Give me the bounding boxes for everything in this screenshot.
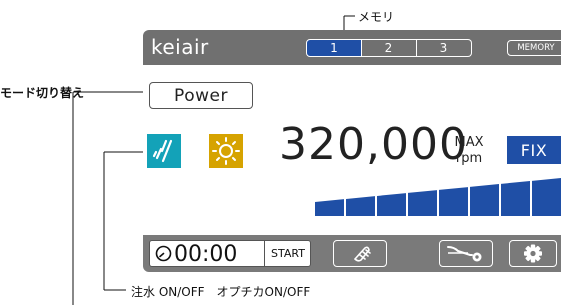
timer-divider: [264, 241, 265, 266]
speed-bar-segment: [470, 184, 499, 216]
light-bulb-icon: [212, 137, 240, 165]
speed-bar-segment: [501, 181, 530, 216]
light-toggle-button[interactable]: [209, 134, 243, 168]
water-toggle-button[interactable]: [147, 134, 181, 168]
gear-icon: [524, 244, 542, 263]
speed-bar-segment: [439, 187, 468, 216]
fix-button[interactable]: FIX: [507, 136, 561, 164]
memory-slot-2[interactable]: 2: [361, 39, 417, 57]
panel-header: keiair 1 2 3 MEMORY: [143, 30, 561, 65]
panel-footer: 00:00 START: [143, 235, 561, 272]
water-spray-icon: [152, 139, 173, 163]
clock-icon: [155, 245, 172, 262]
water-light-annotation: 注水 ON/OFF オプチカON/OFF: [131, 285, 311, 299]
speed-unit-label: rpm: [455, 151, 483, 166]
speed-bar-segment: [346, 196, 375, 216]
timer-start-button[interactable]: START: [266, 241, 310, 266]
speed-level-bar: [315, 178, 561, 216]
speed-bar-segment: [408, 190, 437, 216]
speed-bar-segment: [532, 178, 561, 216]
brand-logo: keiair: [151, 35, 209, 59]
memory-slot-1[interactable]: 1: [306, 39, 362, 57]
curve-settings-button[interactable]: [439, 240, 493, 267]
speed-max-label: MAX: [454, 135, 484, 150]
power-mode-button[interactable]: Power: [149, 82, 253, 109]
handpiece-button[interactable]: [333, 240, 387, 267]
memory-annotation: メモリ: [358, 10, 395, 24]
settings-button[interactable]: [509, 240, 557, 267]
curve-settings-icon: [447, 246, 482, 262]
speed-bar-segment: [377, 193, 406, 216]
memory-button[interactable]: MEMORY: [507, 40, 561, 56]
timer-box: 00:00 START: [149, 240, 311, 267]
device-panel: keiair 1 2 3 MEMORY Power 320,000 MAX rp…: [143, 30, 561, 272]
timer-value: 00:00: [174, 242, 238, 267]
speed-readout: 320,000: [279, 119, 468, 170]
handpiece-icon: [353, 246, 371, 262]
speed-bar-segment: [315, 199, 344, 216]
mode-switch-annotation: モード切り替え: [0, 86, 85, 100]
memory-slot-3[interactable]: 3: [416, 39, 472, 57]
